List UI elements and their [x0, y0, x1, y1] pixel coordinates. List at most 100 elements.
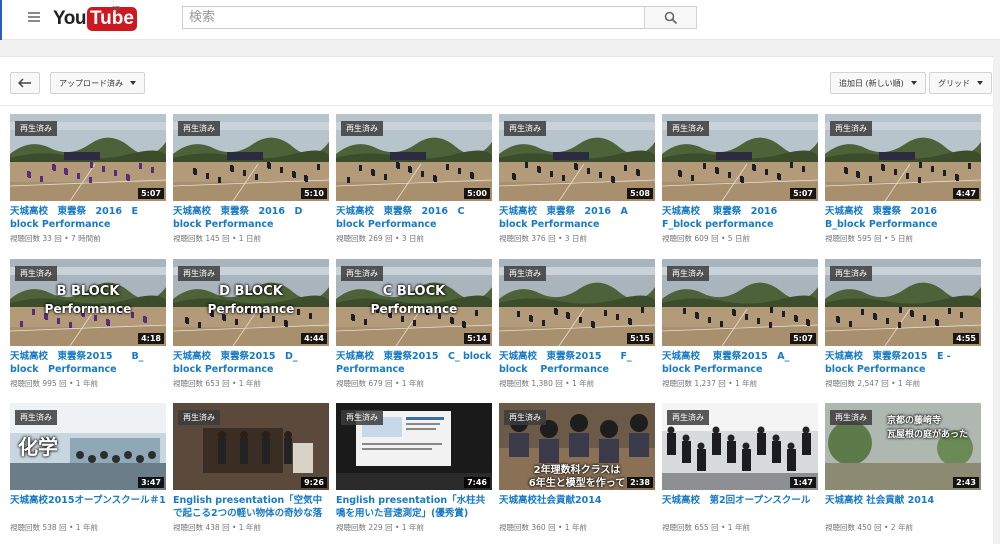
meta-separator: •	[392, 234, 402, 243]
chevron-down-icon	[130, 81, 136, 85]
video-title-link[interactable]: English presentation「水柱共鳴を用いた音速測定」(優秀賞)	[336, 494, 492, 520]
search-input[interactable]	[182, 6, 645, 29]
video-thumbnail[interactable]: 2年理数科クラスは 6年生と模型を作って 再生済み 2:38	[499, 403, 655, 490]
video-title-link[interactable]: 天城高校 東雲祭 2016 E block Performance	[10, 205, 166, 231]
video-title-link[interactable]: 天城高校 東雲祭 2016 F_block performance	[662, 205, 818, 231]
meta-separator: •	[881, 523, 891, 532]
video-thumbnail[interactable]: B BLOCK Performance 再生済み 4:18	[10, 259, 166, 346]
video-duration: 5:15	[627, 333, 653, 344]
menu-icon[interactable]	[28, 12, 40, 22]
video-thumbnail[interactable]: 再生済み 5:07	[662, 259, 818, 346]
video-title-link[interactable]: 天城高校 東雲祭2015 F_ block Performance	[499, 350, 655, 376]
masthead: You Tube JP	[0, 0, 1000, 40]
video-duration: 7:46	[464, 477, 490, 488]
video-thumbnail[interactable]: 再生済み 5:15	[499, 259, 655, 346]
video-thumbnail[interactable]: 再生済み 5:07	[10, 114, 166, 201]
view-count: 視聴回数 229 回	[336, 523, 393, 532]
video-title-link[interactable]: 天城高校 東雲祭 2016 D block Performance	[173, 205, 329, 231]
video-meta: 視聴回数 360 回 • 1 年前	[499, 522, 655, 533]
watched-badge: 再生済み	[15, 266, 57, 281]
watched-badge: 再生済み	[830, 266, 872, 281]
video-thumbnail[interactable]: 再生済み 4:47	[825, 114, 981, 201]
thumbnail-overlay-text: D BLOCK	[219, 284, 283, 299]
video-duration: 5:10	[301, 188, 327, 199]
video-title-link[interactable]: 天城高校 東雲祭2015 E - block Performance	[825, 350, 981, 376]
chevron-down-icon	[910, 81, 917, 85]
video-meta: 視聴回数 438 回 • 1 年前	[173, 522, 329, 533]
toolbar-divider	[0, 105, 993, 106]
video-title-link[interactable]: 天城高校 東雲祭2015 A_ block Performance	[662, 350, 818, 376]
sort-dropdown[interactable]: 追加日 (新しい順)	[830, 72, 926, 94]
youtube-page: You Tube JP アップロード済み 追加日 (新しい	[0, 0, 1000, 544]
thumbnail-overlay-text: Performance	[207, 302, 295, 316]
sort-label: 追加日 (新しい順)	[839, 78, 904, 88]
video-meta: 視聴回数 679 回 • 1 年前	[336, 378, 492, 389]
view-count: 視聴回数 2,547 回	[825, 379, 889, 388]
view-count: 視聴回数 653 回	[173, 379, 230, 388]
watched-badge: 再生済み	[178, 121, 220, 136]
thumbnail-overlay-text: 瓦屋根の庭があった	[887, 430, 969, 440]
youtube-logo[interactable]: You Tube JP	[53, 5, 137, 32]
upload-age: 1 年前	[571, 379, 595, 388]
video-thumbnail[interactable]: 京都の藤﨑寺 瓦屋根の庭があった 再生済み 2:43	[825, 403, 981, 490]
video-thumbnail[interactable]: 再生済み 5:08	[499, 114, 655, 201]
watched-badge: 再生済み	[504, 410, 546, 425]
thumbnail-overlay-text: 化学	[18, 435, 58, 459]
meta-separator: •	[229, 234, 239, 243]
video-thumbnail[interactable]: 再生済み 5:07	[662, 114, 818, 201]
watched-badge: 再生済み	[504, 121, 546, 136]
video-thumbnail[interactable]: 再生済み 7:46	[336, 403, 492, 490]
upload-age: 1 年前	[401, 379, 424, 388]
view-count: 視聴回数 595 回	[825, 234, 882, 243]
search-button[interactable]	[644, 6, 697, 29]
upload-age: 2 年前	[890, 523, 913, 532]
watched-badge: 再生済み	[341, 266, 383, 281]
video-thumbnail[interactable]: 再生済み 9:26	[173, 403, 329, 490]
video-title-link[interactable]: 天城高校 東雲祭 2016 C block Performance	[336, 205, 492, 231]
channel-videos-panel: アップロード済み 追加日 (新しい順) グリッド 再生済み 5:07 天城高校 東雲…	[0, 56, 993, 544]
meta-separator: •	[61, 234, 72, 243]
video-title-link[interactable]: English presentation「空気中で起こる2つの軽い物体の奇妙な落…	[173, 494, 329, 520]
watched-badge: 再生済み	[667, 121, 709, 136]
video-title-link[interactable]: 天城高校社会貢献2014	[499, 494, 655, 507]
video-meta: 視聴回数 450 回 • 2 年前	[825, 522, 981, 533]
video-title-link[interactable]: 天城高校 東雲祭2015 B_ block Performance	[10, 350, 166, 376]
view-count: 視聴回数 450 回	[825, 523, 882, 532]
upload-age: 1 年前	[734, 379, 758, 388]
video-thumbnail[interactable]: D BLOCK Performance 再生済み 4:44	[173, 259, 329, 346]
video-duration: 5:14	[464, 333, 490, 344]
video-title-link[interactable]: 天城高校 第2回オープンスクール	[662, 494, 818, 507]
watched-badge: 再生済み	[15, 121, 57, 136]
video-thumbnail[interactable]: 化学 再生済み 3:47	[10, 403, 166, 490]
video-title-link[interactable]: 天城高校 東雲祭 2016 B_block Performance	[825, 205, 981, 231]
back-button[interactable]	[10, 72, 40, 94]
video-thumbnail[interactable]: 再生済み 1:47	[662, 403, 818, 490]
video-title-link[interactable]: 天城高校 社会貢献 2014	[825, 494, 981, 507]
thumbnail-overlay-text: Performance	[44, 302, 132, 316]
video-title-link[interactable]: 天城高校 東雲祭2015 C_ block Performance	[336, 350, 492, 376]
video-thumbnail[interactable]: C BLOCK Performance 再生済み 5:14	[336, 259, 492, 346]
video-meta: 視聴回数 269 回 • 3 日前	[336, 233, 492, 244]
video-title-link[interactable]: 天城高校2015オープンスクール＃1	[10, 494, 166, 507]
view-dropdown[interactable]: グリッド	[929, 72, 992, 94]
thumbnail-overlay-text: B BLOCK	[56, 284, 120, 299]
video-thumbnail[interactable]: 再生済み 5:00	[336, 114, 492, 201]
upload-age: 1 年前	[238, 523, 261, 532]
meta-separator: •	[555, 523, 565, 532]
back-arrow-icon	[18, 78, 31, 88]
video-duration: 4:55	[953, 333, 979, 344]
video-title-link[interactable]: 天城高校 東雲祭 2016 A block Performance	[499, 205, 655, 231]
video-thumbnail[interactable]: 再生済み 5:10	[173, 114, 329, 201]
view-count: 視聴回数 360 回	[499, 523, 556, 532]
video-thumbnail[interactable]: 再生済み 4:55	[825, 259, 981, 346]
video-duration: 3:47	[138, 477, 164, 488]
video-meta: 視聴回数 655 回 • 1 年前	[662, 522, 818, 533]
upload-age: 1 年前	[401, 523, 424, 532]
upload-filter-dropdown[interactable]: アップロード済み	[50, 72, 145, 94]
video-duration: 9:26	[301, 477, 327, 488]
left-accent-bar	[0, 0, 2, 40]
view-count: 視聴回数 679 回	[336, 379, 393, 388]
upload-age: 1 年前	[564, 523, 587, 532]
video-title-link[interactable]: 天城高校 東雲祭2015 D_ block Performance	[173, 350, 329, 376]
view-count: 視聴回数 33 回	[10, 234, 62, 243]
